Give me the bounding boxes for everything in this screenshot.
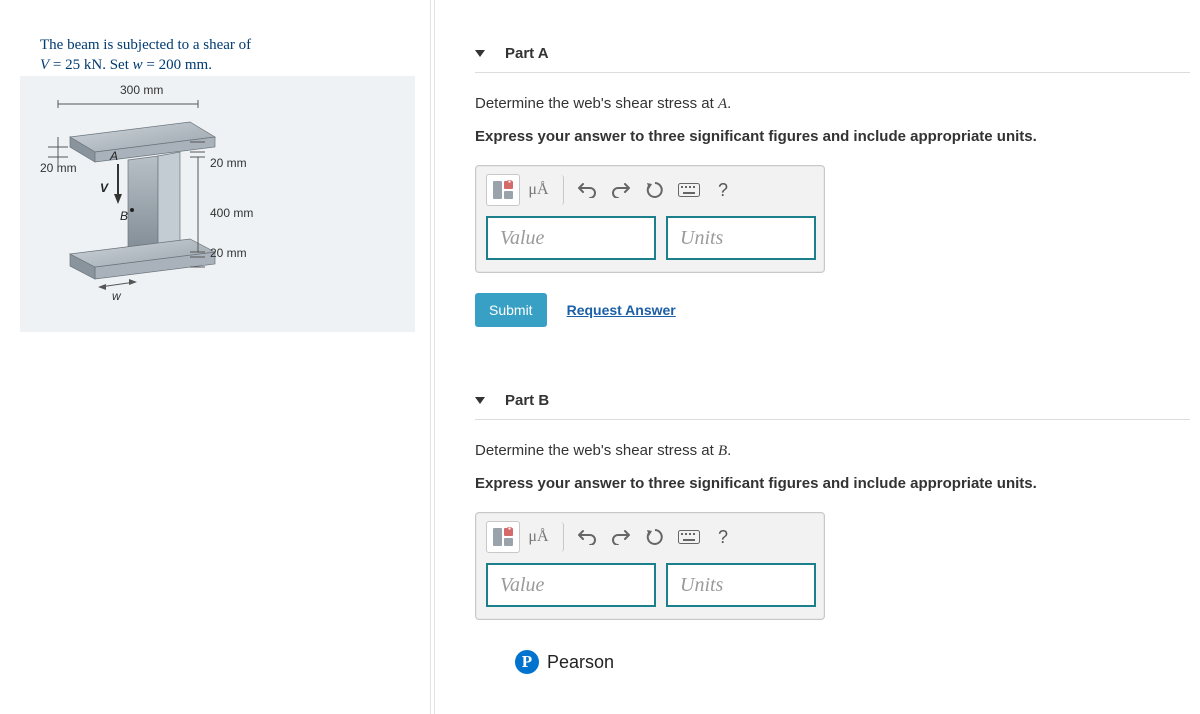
chevron-down-icon [475, 397, 485, 404]
help-icon[interactable]: ? [708, 522, 738, 552]
qB-post: . [727, 442, 731, 459]
txt-end: . [208, 57, 212, 73]
dim-r1: 20 mm [210, 156, 247, 170]
label-V: V [100, 181, 109, 195]
keyboard-icon[interactable] [674, 522, 704, 552]
templates-icon[interactable] [486, 174, 520, 206]
problem-line1: The beam is subjected to a shear of [40, 37, 251, 53]
undo-icon[interactable] [572, 522, 602, 552]
pearson-logo-icon: P [515, 650, 539, 674]
help-label: ? [718, 180, 728, 201]
part-a-answer-box: μÅ ? [475, 165, 825, 273]
reset-icon[interactable] [640, 175, 670, 205]
part-a-toolbar: μÅ ? [476, 166, 824, 216]
dim-r3: 20 mm [210, 246, 247, 260]
var-w: w [133, 57, 143, 73]
undo-icon[interactable] [572, 175, 602, 205]
part-b-value-input[interactable] [486, 563, 656, 607]
special-chars-label: μÅ [528, 528, 548, 546]
dim-left: 20 mm [40, 161, 77, 175]
part-b-header[interactable]: Part B [475, 382, 1190, 420]
part-b-instruction: Express your answer to three significant… [475, 475, 1190, 492]
dim-r2: 400 mm [210, 206, 253, 220]
part-a-value-input[interactable] [486, 216, 656, 260]
eq-V: = 25 kN [49, 57, 102, 73]
label-w: w [112, 289, 122, 303]
qA-var: A [718, 96, 727, 112]
special-chars-label: μÅ [528, 181, 548, 199]
part-a-request-answer-link[interactable]: Request Answer [567, 302, 676, 318]
special-chars-icon[interactable]: μÅ [524, 522, 564, 552]
reset-icon[interactable] [640, 522, 670, 552]
problem-statement: The beam is subjected to a shear of V = … [20, 35, 405, 76]
qA-post: . [727, 95, 731, 112]
label-B: B [120, 209, 128, 223]
problem-pane: The beam is subjected to a shear of V = … [0, 0, 425, 352]
keyboard-icon[interactable] [674, 175, 704, 205]
help-label: ? [718, 527, 728, 548]
part-a: Part A Determine the web's shear stress … [475, 35, 1190, 327]
eq-w: = 200 mm [143, 57, 209, 73]
part-b-title: Part B [505, 392, 549, 409]
redo-icon[interactable] [606, 175, 636, 205]
qA-pre: Determine the web's shear stress at [475, 95, 718, 112]
part-a-header[interactable]: Part A [475, 35, 1190, 73]
part-a-units-input[interactable] [666, 216, 816, 260]
chevron-down-icon [475, 50, 485, 57]
templates-icon[interactable] [486, 521, 520, 553]
qB-pre: Determine the web's shear stress at [475, 442, 718, 459]
part-b-question: Determine the web's shear stress at B. [475, 442, 1190, 460]
answer-pane: Part A Determine the web's shear stress … [425, 0, 1200, 684]
part-b: Part B Determine the web's shear stress … [475, 382, 1190, 620]
qB-var: B [718, 443, 727, 459]
txt-mid: . Set [102, 57, 132, 73]
brand-name: Pearson [547, 652, 614, 673]
special-chars-icon[interactable]: μÅ [524, 175, 564, 205]
pane-divider [430, 0, 435, 714]
part-a-instruction: Express your answer to three significant… [475, 128, 1190, 145]
part-a-title: Part A [505, 45, 549, 62]
label-A: A [109, 149, 118, 163]
dim-top: 300 mm [120, 83, 163, 97]
part-b-units-input[interactable] [666, 563, 816, 607]
problem-figure: 300 mm [20, 76, 415, 332]
help-icon[interactable]: ? [708, 175, 738, 205]
part-b-toolbar: μÅ ? [476, 513, 824, 563]
var-V: V [40, 57, 49, 73]
redo-icon[interactable] [606, 522, 636, 552]
part-b-answer-box: μÅ ? [475, 512, 825, 620]
brand-footer: P Pearson [475, 650, 1190, 674]
part-a-submit-button[interactable]: Submit [475, 293, 547, 327]
part-a-question: Determine the web's shear stress at A. [475, 95, 1190, 113]
